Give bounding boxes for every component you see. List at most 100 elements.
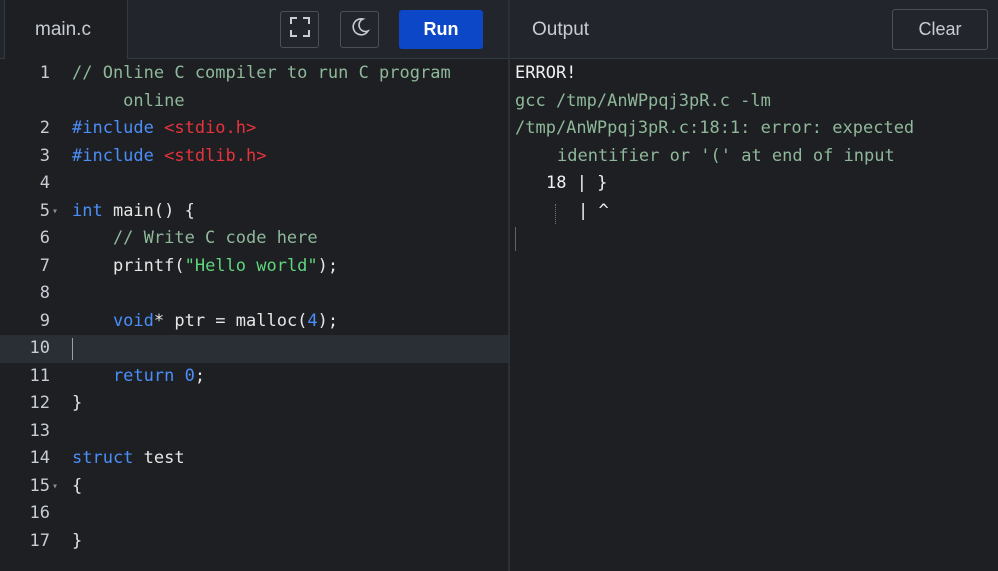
code-line[interactable]: 2 #include <stdio.h> <box>0 115 508 143</box>
file-tab-label: main.c <box>35 18 91 40</box>
line-number: 4 <box>39 173 50 193</box>
clear-button[interactable]: Clear <box>892 9 988 50</box>
compiler-window: main.c Run 1// Online C compiler to run … <box>0 0 998 571</box>
code-token: // Write C code here <box>72 228 318 248</box>
code-text: online <box>72 88 185 116</box>
text-cursor <box>72 338 73 360</box>
code-line[interactable]: 14 struct test <box>0 445 508 473</box>
code-text: } <box>72 528 82 556</box>
code-token: { <box>72 475 83 496</box>
fullscreen-button[interactable] <box>280 11 319 48</box>
code-line[interactable]: 1 // Online C compiler to run C program <box>0 60 508 88</box>
output-line: | ^ <box>578 200 609 221</box>
code-text: printf("Hello world"); <box>72 253 338 281</box>
code-token: printf( <box>72 255 185 276</box>
code-text: } <box>72 390 82 418</box>
line-number: 8 <box>39 283 50 303</box>
code-token: return <box>72 365 185 386</box>
code-token: * ptr = malloc( <box>153 310 308 331</box>
code-line[interactable]: 4 <box>0 170 508 198</box>
editor-header: main.c Run <box>0 0 508 59</box>
line-number: 17 <box>29 530 50 551</box>
code-line[interactable]: online <box>0 88 508 116</box>
code-token: online <box>72 90 185 111</box>
output-line: identifier or '(' at end of input <box>557 145 895 166</box>
code-text: #include <stdlib.h> <box>72 143 266 171</box>
line-number: 16 <box>29 503 50 523</box>
clear-button-label: Clear <box>918 19 962 39</box>
code-line[interactable]: 17} <box>0 528 508 556</box>
run-button[interactable]: Run <box>399 10 483 49</box>
code-line[interactable]: 11 return 0; <box>0 363 508 391</box>
line-number: 9 <box>39 310 50 331</box>
fullscreen-icon <box>289 16 311 43</box>
code-text: { <box>72 473 82 501</box>
code-token: void <box>72 310 154 331</box>
code-token: "Hello world" <box>184 255 318 276</box>
output-line: 18 | } <box>546 173 608 193</box>
code-token: <stdio.h> <box>164 118 257 138</box>
line-number: 12 <box>29 393 50 413</box>
code-line[interactable]: 7 printf("Hello world"); <box>0 253 508 281</box>
code-text: #include <stdio.h> <box>72 115 256 143</box>
line-number: 6 <box>39 228 50 248</box>
line-number: 5 <box>39 200 50 221</box>
code-text: void* ptr = malloc(4); <box>72 308 338 336</box>
file-tab[interactable]: main.c <box>4 0 128 59</box>
code-text: struct test <box>72 445 185 473</box>
code-line[interactable]: 13 <box>0 418 508 446</box>
line-number: 11 <box>29 365 50 386</box>
line-number: 10 <box>29 338 50 358</box>
line-number: 7 <box>39 255 50 276</box>
code-token: ); <box>317 310 339 331</box>
line-number: 1 <box>39 63 50 83</box>
code-text: return 0; <box>72 363 205 391</box>
line-number: 3 <box>39 145 50 166</box>
code-token: ); <box>317 255 339 276</box>
output-line: gcc /tmp/AnWPpqj3pR.c -lm <box>515 90 771 111</box>
fold-toggle-icon[interactable]: ▾ <box>52 473 58 501</box>
output-cursor <box>515 227 516 251</box>
code-token: int <box>72 200 103 221</box>
code-token: } <box>72 393 83 413</box>
output-title: Output <box>532 18 590 40</box>
code-line[interactable]: 3 #include <stdlib.h> <box>0 143 508 171</box>
code-line[interactable]: 9 void* ptr = malloc(4); <box>0 308 508 336</box>
code-editor[interactable]: 1 // Online C compiler to run C program o… <box>0 60 508 571</box>
code-line[interactable]: 5 ▾ int main() { <box>0 198 508 226</box>
code-token: } <box>72 530 83 551</box>
output-line: ERROR! <box>515 63 577 83</box>
code-token: main() { <box>102 200 195 221</box>
output-pane: Output Clear ERROR! gcc /tmp/AnWPpqj3pR.c… <box>510 0 998 571</box>
code-text: // Write C code here <box>72 225 318 253</box>
code-token: #include <box>72 118 165 138</box>
code-token: 4 <box>307 310 318 331</box>
code-line[interactable]: 12} <box>0 390 508 418</box>
fold-toggle-icon[interactable]: ▾ <box>52 198 58 226</box>
code-line[interactable]: 16 <box>0 500 508 528</box>
code-line[interactable]: 8 <box>0 280 508 308</box>
code-token: test <box>133 448 185 468</box>
code-line[interactable]: 6 // Write C code here <box>0 225 508 253</box>
output-header: Output Clear <box>510 0 998 59</box>
editor-pane: main.c Run 1// Online C compiler to run … <box>0 0 508 571</box>
code-text: int main() { <box>72 198 195 226</box>
run-button-label: Run <box>423 19 459 39</box>
line-number: 13 <box>29 420 50 441</box>
code-token: 0 <box>184 365 195 386</box>
code-token: <stdlib.h> <box>164 145 267 166</box>
output-console[interactable]: ERROR! gcc /tmp/AnWPpqj3pR.c -lm/tmp/AnWP… <box>510 60 998 571</box>
indent-guide <box>555 203 556 224</box>
line-number: 14 <box>29 448 50 468</box>
code-line[interactable]: 10 <box>0 335 508 363</box>
code-text: // Online C compiler to run C program <box>72 60 451 88</box>
code-token: #include <box>72 145 165 166</box>
output-line: /tmp/AnWPpqj3pR.c:18:1: error: expected <box>515 118 915 138</box>
code-line[interactable]: 15 ▾ { <box>0 473 508 501</box>
code-token: ; <box>194 365 206 386</box>
line-number: 15 <box>29 475 50 496</box>
code-token: // Online C compiler to run C program <box>72 63 451 83</box>
theme-toggle-button[interactable] <box>340 11 379 48</box>
moon-icon <box>349 16 371 43</box>
code-token: struct <box>72 448 134 468</box>
